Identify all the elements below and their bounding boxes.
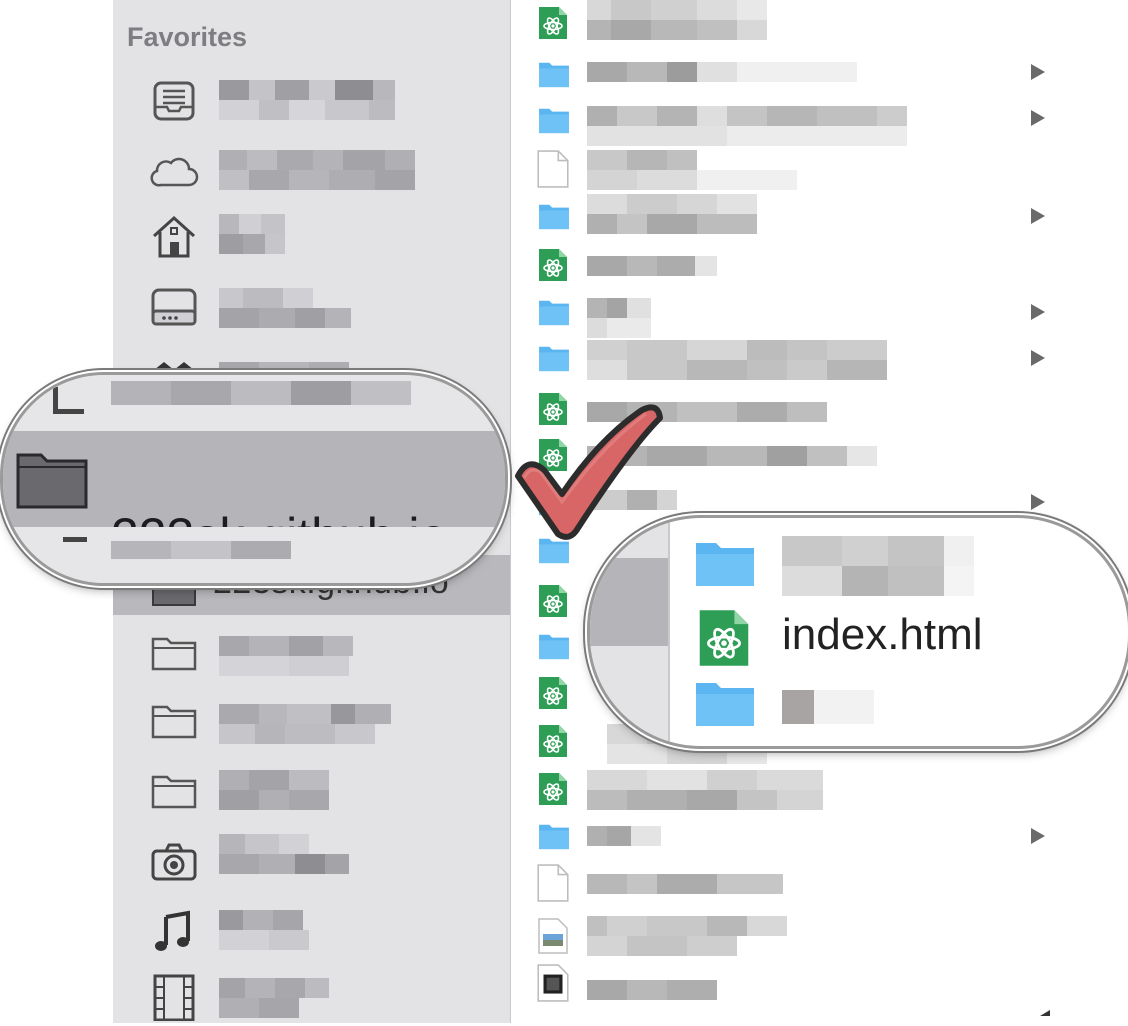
zoom-folder-row bbox=[694, 678, 874, 733]
blank-file-icon bbox=[537, 864, 569, 902]
blurred-label bbox=[219, 80, 395, 120]
atom-file-icon bbox=[537, 724, 569, 758]
blurred-label bbox=[587, 916, 787, 956]
folder-icon bbox=[537, 60, 571, 88]
file-row[interactable] bbox=[511, 194, 1128, 241]
zoom-sidebar-edge bbox=[590, 518, 670, 746]
blurred-label bbox=[587, 62, 857, 82]
blurred-label bbox=[587, 0, 767, 40]
sidebar-item-inbox[interactable] bbox=[113, 70, 510, 130]
disclosure-arrow-icon[interactable] bbox=[1031, 110, 1045, 126]
sidebar-item-folder[interactable] bbox=[113, 622, 510, 682]
blurred-label bbox=[587, 874, 783, 894]
resize-handle-icon[interactable] bbox=[1040, 1010, 1050, 1016]
file-row[interactable] bbox=[511, 860, 1128, 907]
blurred-label bbox=[219, 834, 349, 874]
blurred-label bbox=[587, 340, 887, 380]
file-row[interactable] bbox=[511, 0, 1128, 47]
blurred-label bbox=[219, 150, 415, 190]
file-row[interactable] bbox=[511, 814, 1128, 861]
folder-icon bbox=[16, 453, 88, 509]
blurred-label bbox=[587, 980, 717, 1000]
blurred-label bbox=[587, 256, 717, 276]
blurred-label bbox=[219, 636, 353, 676]
sidebar-item-folder[interactable] bbox=[113, 690, 510, 750]
sidebar-item-movies[interactable] bbox=[113, 966, 510, 1026]
blurred-label bbox=[587, 194, 757, 234]
folder-icon bbox=[537, 344, 571, 372]
atom-file-icon bbox=[537, 584, 569, 618]
folder-icon bbox=[696, 683, 754, 726]
file-row[interactable] bbox=[511, 242, 1128, 289]
blank-file-icon bbox=[537, 150, 569, 188]
sidebar-item-drive[interactable] bbox=[113, 276, 510, 336]
blurred-label bbox=[587, 826, 661, 846]
disclosure-arrow-icon[interactable] bbox=[1031, 828, 1045, 844]
file-row[interactable] bbox=[511, 960, 1128, 1007]
atom-file-icon bbox=[537, 772, 569, 806]
disclosure-arrow-icon[interactable] bbox=[1031, 304, 1045, 320]
zoom-file-label: index.html bbox=[782, 610, 983, 659]
folder-icon bbox=[537, 298, 571, 326]
file-row[interactable] bbox=[511, 336, 1128, 383]
disclosure-arrow-icon[interactable] bbox=[1031, 208, 1045, 224]
atom-file-icon bbox=[537, 6, 569, 40]
disclosure-arrow-icon[interactable] bbox=[1031, 64, 1045, 80]
cloud-icon bbox=[149, 148, 199, 194]
folder-icon bbox=[537, 822, 571, 850]
file-row[interactable] bbox=[511, 50, 1128, 97]
folder-icon bbox=[149, 630, 199, 676]
blurred-label bbox=[219, 910, 309, 950]
zoom-next-row bbox=[3, 527, 505, 583]
zoom-previous-row bbox=[3, 375, 505, 431]
zoom-selected-row[interactable]: 223sk.github.io bbox=[3, 431, 505, 564]
sidebar-item-folder[interactable] bbox=[113, 760, 510, 820]
blurred-label bbox=[219, 704, 391, 744]
folder-icon bbox=[696, 543, 754, 586]
blurred-label bbox=[587, 770, 823, 810]
zoom-callout-sidebar: 223sk.github.io bbox=[0, 372, 508, 586]
blurred-label bbox=[587, 106, 907, 146]
disclosure-arrow-icon[interactable] bbox=[1031, 494, 1045, 510]
home-icon bbox=[149, 214, 199, 260]
sidebar-item-pictures[interactable] bbox=[113, 830, 510, 890]
file-row[interactable] bbox=[511, 766, 1128, 813]
folder-icon bbox=[149, 768, 199, 814]
image-file-icon bbox=[537, 918, 569, 954]
folder-icon bbox=[537, 202, 571, 230]
disclosure-arrow-icon[interactable] bbox=[1031, 350, 1045, 366]
checkmark-icon bbox=[515, 404, 663, 540]
film-strip-icon bbox=[149, 974, 199, 1021]
blurred-label bbox=[219, 288, 351, 328]
sidebar-item-music[interactable] bbox=[113, 900, 510, 960]
file-row[interactable] bbox=[511, 146, 1128, 193]
drive-icon bbox=[149, 284, 199, 330]
atom-file-icon bbox=[537, 676, 569, 710]
music-note-icon bbox=[149, 908, 199, 954]
blurred-label bbox=[587, 150, 797, 190]
sidebar-item-home[interactable] bbox=[113, 206, 510, 266]
file-row[interactable] bbox=[511, 912, 1128, 959]
folder-icon bbox=[537, 632, 571, 660]
zoom-folder-row bbox=[694, 536, 974, 596]
atom-file-icon bbox=[537, 248, 569, 282]
blurred-label bbox=[219, 770, 329, 810]
sidebar-item-icloud[interactable] bbox=[113, 140, 510, 200]
blurred-label bbox=[219, 978, 329, 1018]
blurred-label bbox=[587, 298, 651, 338]
inbox-tray-icon bbox=[149, 78, 199, 124]
folder-icon bbox=[149, 698, 199, 744]
file-row[interactable] bbox=[511, 96, 1128, 146]
folder-icon bbox=[537, 106, 571, 134]
camera-icon bbox=[149, 838, 199, 884]
blurred-label bbox=[219, 214, 285, 254]
favorites-header: Favorites bbox=[127, 22, 248, 52]
zoom-callout-file: index.html bbox=[587, 515, 1128, 749]
atom-file-icon bbox=[698, 608, 750, 668]
file-row[interactable] bbox=[511, 290, 1128, 338]
document-file-icon bbox=[537, 964, 569, 1002]
